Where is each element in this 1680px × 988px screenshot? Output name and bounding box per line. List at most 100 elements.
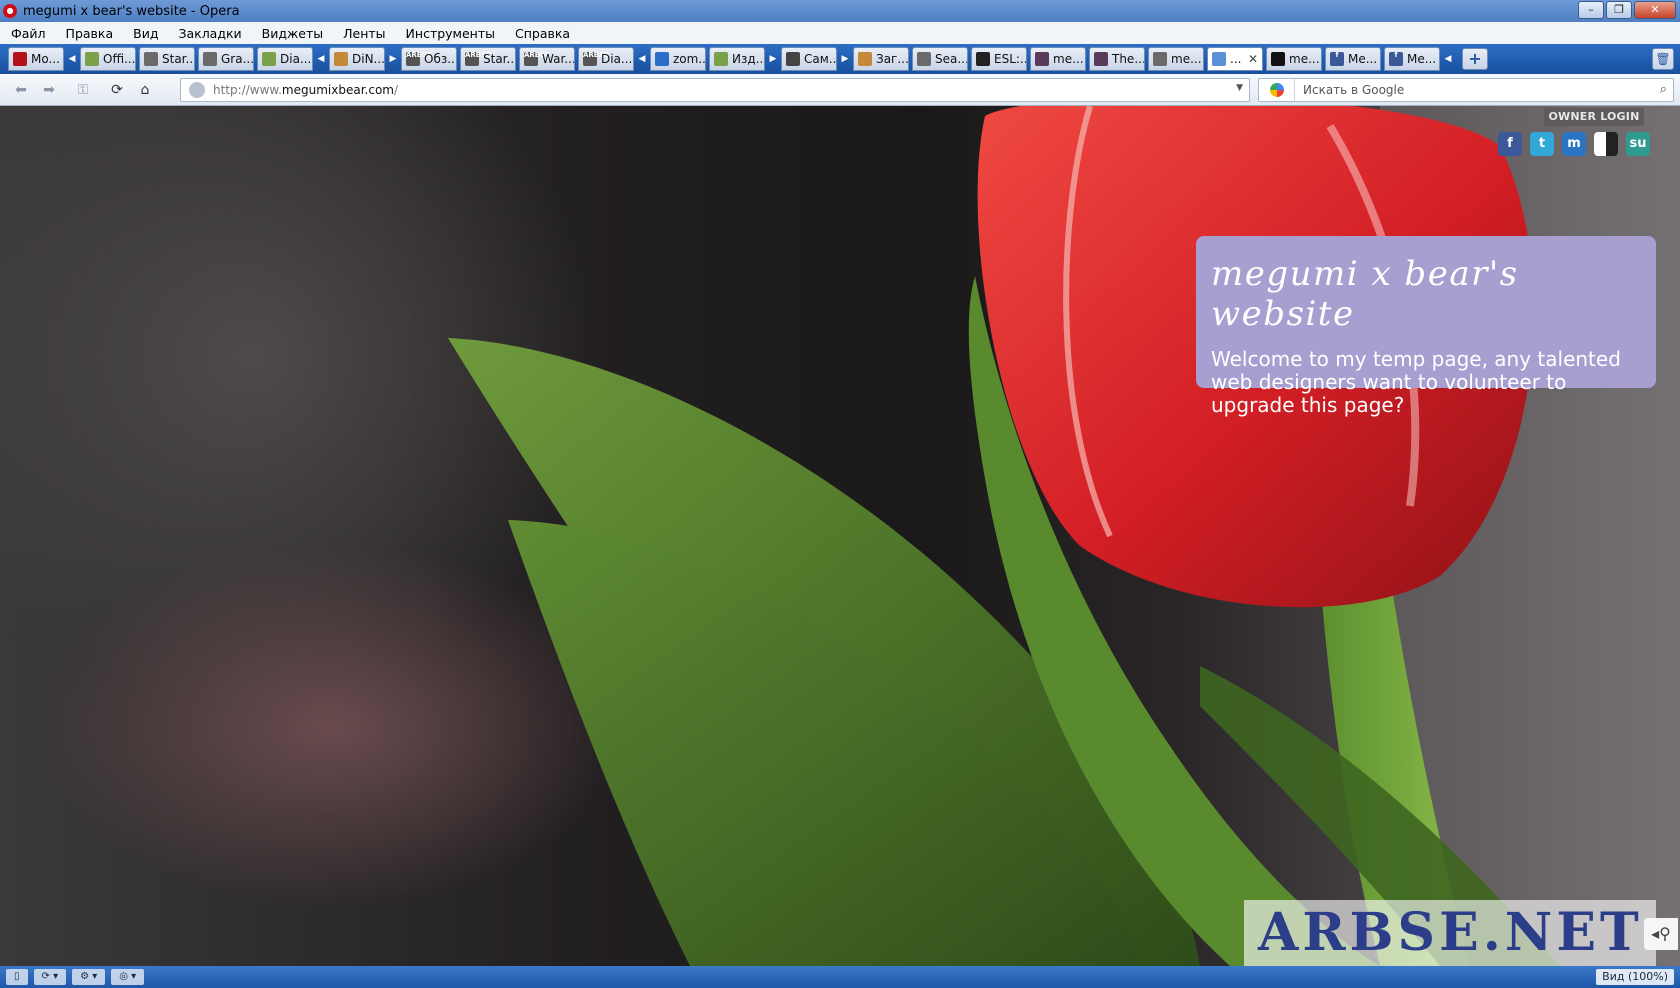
menu-help[interactable]: Справка [505,26,580,41]
facebook-icon[interactable]: f [1498,132,1522,156]
welcome-message: Welcome to my temp page, any talented we… [1211,347,1621,417]
title-bar: megumi x bear's website - Opera – ❐ ✕ [0,0,1680,22]
opera-icon [13,52,27,66]
search-engine-selector[interactable] [1259,79,1295,101]
tab[interactable]: zom... [650,47,706,71]
unite-icon[interactable]: ⚙ ▾ [72,969,106,985]
wiki-icon [917,52,931,66]
tab-scroll-left-icon[interactable]: ◀ [67,49,77,69]
arbse-icon: ARBSE [465,52,491,66]
menu-feeds[interactable]: Ленты [333,26,395,41]
page-icon [714,52,728,66]
google-icon [1269,83,1284,97]
tab[interactable]: Star... [139,47,195,71]
tab-label: Сам... [804,52,837,66]
tab[interactable]: The... [1089,47,1145,71]
tab-label: Offi... [103,52,136,66]
tab[interactable]: me... [1030,47,1086,71]
tab[interactable]: DiN... [329,47,385,71]
owner-login-button[interactable]: OWNER LOGIN [1544,108,1644,126]
panel-toggle-icon[interactable]: ▯ [6,969,28,985]
close-window-button[interactable]: ✕ [1634,1,1676,19]
tab[interactable]: Dia... [257,47,313,71]
tab[interactable]: me... [1266,47,1322,71]
url-suffix: / [393,83,399,97]
tab-label: Me... [1348,52,1378,66]
menu-file[interactable]: Файл [0,26,56,41]
tab[interactable]: Sea... [912,47,968,71]
menu-edit[interactable]: Правка [56,26,124,41]
tab-label: Gra... [221,52,254,66]
menu-bar: Файл Правка Вид Закладки Виджеты Ленты И… [0,22,1680,44]
url-text: http://www.megumixbear.com/ [213,83,398,97]
tab[interactable]: Заг... [853,47,909,71]
wiki-icon [203,52,217,66]
tab-group-toggle-icon[interactable]: ▶ [840,49,850,69]
search-field[interactable]: Искать в Google ⌕ [1258,78,1674,102]
tab[interactable]: Mo... [8,47,64,71]
page-icon [1212,52,1226,66]
tab[interactable]: ARBSE War... [519,47,575,71]
myspace-icon[interactable]: m [1562,132,1586,156]
tab-label: Mo... [31,52,60,66]
tab-group-toggle-icon[interactable]: ◀ [316,49,326,69]
tab-group-toggle-icon[interactable]: ▶ [768,49,778,69]
page-widget-icon[interactable]: ◂⚲ [1644,918,1678,950]
tab[interactable]: Gra... [198,47,254,71]
stumbleupon-icon[interactable]: su [1626,132,1650,156]
address-bar[interactable]: http://www.megumixbear.com/ ▼ [180,78,1250,102]
close-tab-icon[interactable]: ✕ [1248,52,1258,66]
tab[interactable]: ARBSE Star... [460,47,516,71]
tab[interactable]: me... [1148,47,1204,71]
search-placeholder: Искать в Google [1303,83,1405,97]
status-bar: ▯ ⟳ ▾ ⚙ ▾ ◎ ▾ Вид (100%) [0,966,1680,988]
tab[interactable]: f Me... [1325,47,1381,71]
menu-widgets[interactable]: Виджеты [252,26,333,41]
site-title: megumi x bear's website [1211,254,1519,334]
tab-label: ESL:... [994,52,1026,66]
home-button[interactable]: ⌂ [132,78,158,102]
wiki-icon [144,52,158,66]
address-dropdown-icon[interactable]: ▼ [1236,83,1243,93]
tab-scroll-right-icon[interactable]: ◀ [1443,49,1453,69]
wand-key-icon[interactable]: ⚿ [70,78,96,102]
reload-button[interactable]: ⟳ [104,78,130,102]
site-icon [1271,52,1285,66]
tab-label: Star... [483,52,516,66]
tab[interactable]: Сам... [781,47,837,71]
zoom-indicator[interactable]: Вид (100%) [1596,969,1674,985]
tab[interactable]: f Me... [1384,47,1440,71]
tab-label: Sea... [935,52,968,66]
tab-group-toggle-icon[interactable]: ◀ [637,49,647,69]
tab-group-toggle-icon[interactable]: ▶ [388,49,398,69]
facebook-icon: f [1330,52,1344,66]
tab-label: ... [1230,52,1242,66]
sync-icon[interactable]: ⟳ ▾ [33,969,67,985]
minimize-button[interactable]: – [1578,1,1604,19]
menu-view[interactable]: Вид [123,26,168,41]
delicious-icon[interactable] [1594,132,1618,156]
tab-label: Star... [162,52,195,66]
tab[interactable]: ARBSE Dia... [578,47,634,71]
forward-button[interactable]: ➡ [36,78,62,102]
wiki-icon [1153,52,1167,66]
tab[interactable]: Offi... [80,47,136,71]
turbo-icon[interactable]: ◎ ▾ [111,969,145,985]
menu-bookmarks[interactable]: Закладки [168,26,251,41]
welcome-panel: megumi x bear's website Welcome to my te… [1196,236,1656,417]
tab-active[interactable]: ... ✕ [1207,47,1263,71]
tab[interactable]: ARBSE Обз... [401,47,457,71]
new-tab-button[interactable]: + [1462,48,1488,70]
twitter-icon[interactable]: t [1530,132,1554,156]
tab-label: The... [1112,52,1145,66]
tab[interactable]: Изд... [709,47,765,71]
trash-icon[interactable]: 🗑 [1652,48,1674,70]
menu-tools[interactable]: Инструменты [396,26,505,41]
tab-label: me... [1171,52,1202,66]
maximize-button[interactable]: ❐ [1606,1,1632,19]
tab-label: Изд... [732,52,765,66]
tab[interactable]: ESL:... [971,47,1027,71]
navigation-bar: ⬅ ➡ ⚿ ⟳ ⌂ http://www.megumixbear.com/ ▼ … [0,74,1680,106]
back-button[interactable]: ⬅ [8,78,34,102]
search-icon[interactable]: ⌕ [1660,82,1667,97]
